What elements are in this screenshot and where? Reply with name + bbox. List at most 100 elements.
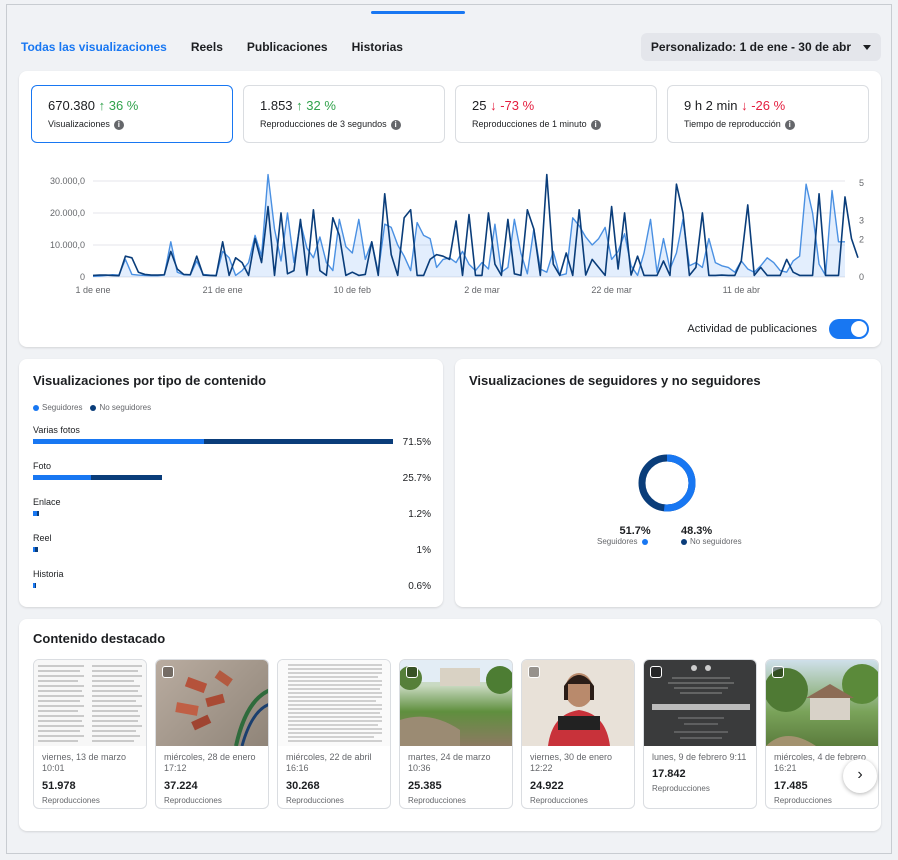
legend-nonfollowers: No seguidores <box>90 403 151 412</box>
bar-nonfollowers <box>36 511 40 516</box>
type-bar-pct: 1.2% <box>408 509 431 520</box>
info-icon[interactable]: i <box>590 119 601 130</box>
thumbnail-image <box>644 660 756 746</box>
metric-card-1min-plays[interactable]: 25 ↓ -73 % Reproducciones de 1 minuto i <box>455 85 657 143</box>
dot-icon <box>641 538 648 545</box>
item-value: 37.224 <box>164 780 198 792</box>
info-icon[interactable]: i <box>390 119 401 130</box>
toggle-knob <box>851 321 867 337</box>
item-value: 24.922 <box>530 780 564 792</box>
y-tick-label: 30.000,0 <box>50 176 85 186</box>
reel-icon <box>406 666 418 678</box>
legend-followers: Seguidores <box>33 403 82 412</box>
item-label: Reproducciones <box>652 784 710 793</box>
top-scroll-indicator <box>371 11 465 14</box>
item-date: martes, 24 de marzo 10:36 <box>408 752 491 773</box>
type-bar-row[interactable]: Enlace 1.2% <box>33 497 431 527</box>
nonfollowers-label-row: No seguidores <box>681 537 742 546</box>
followers-stat: 51.7% Seguidores <box>597 525 651 546</box>
item-date: viernes, 30 de enero 12:22 <box>530 752 613 773</box>
date-range-dropdown[interactable]: Personalizado: 1 de ene - 30 de abr <box>640 33 881 61</box>
followers-card: Visualizaciones de seguidores y no segui… <box>455 359 881 607</box>
series-area <box>93 174 845 277</box>
metric-value: 9 h 2 min <box>684 98 738 113</box>
featured-item[interactable]: miércoles, 28 de enero 17:12 37.224 Repr… <box>155 659 269 809</box>
item-date: miércoles, 28 de enero 17:12 <box>164 752 256 773</box>
type-bar-row[interactable]: Reel 1% <box>33 533 431 563</box>
metric-value-row: 1.853 ↑ 32 % <box>260 98 336 113</box>
bar-nonfollowers <box>204 439 393 444</box>
item-date: lunes, 9 de febrero 9:11 <box>652 752 747 762</box>
type-bar <box>33 547 39 552</box>
tab-all-views[interactable]: Todas las visualizaciones <box>21 40 167 54</box>
card-title: Visualizaciones de seguidores y no segui… <box>469 373 761 388</box>
featured-item[interactable]: lunes, 9 de febrero 9:11 17.842 Reproduc… <box>643 659 757 809</box>
type-bar-row[interactable]: Varias fotos 71.5% <box>33 425 431 455</box>
featured-carousel: viernes, 13 de marzo 10:01 51.978 Reprod… <box>33 659 881 815</box>
metric-label-row: Reproducciones de 1 minuto i <box>472 119 601 130</box>
dot-icon <box>90 404 97 411</box>
metric-change: ↓ -73 % <box>490 98 535 113</box>
bar-nonfollowers <box>91 475 163 480</box>
info-icon[interactable]: i <box>784 119 795 130</box>
item-label: Reproducciones <box>164 796 222 805</box>
tab-posts[interactable]: Publicaciones <box>247 40 328 54</box>
metric-card-3s-plays[interactable]: 1.853 ↑ 32 % Reproducciones de 3 segundo… <box>243 85 445 143</box>
item-date: viernes, 13 de marzo 10:01 <box>42 752 127 773</box>
y2-tick-label: 2 <box>859 234 864 244</box>
type-bar <box>33 583 37 588</box>
metric-value: 25 <box>472 98 487 113</box>
type-legend: Seguidores No seguidores <box>33 403 151 412</box>
item-value: 17.485 <box>774 780 808 792</box>
series-line <box>92 173 859 277</box>
metric-label-row: Tiempo de reproducción i <box>684 119 795 130</box>
type-bar-row[interactable]: Foto 25.7% <box>33 461 431 491</box>
nonfollowers-label: No seguidores <box>690 537 742 546</box>
info-icon[interactable]: i <box>113 119 124 130</box>
series-line <box>92 173 845 278</box>
type-bar-pct: 71.5% <box>402 437 431 448</box>
thumbnail-image <box>278 660 390 746</box>
type-bar-pct: 0.6% <box>408 581 431 592</box>
dot-icon <box>33 404 39 411</box>
item-label: Reproducciones <box>42 796 100 805</box>
thumbnail-image <box>766 660 878 746</box>
caret-down-icon <box>863 45 871 50</box>
item-label: Reproducciones <box>530 796 588 805</box>
metric-card-watch-time[interactable]: 9 h 2 min ↓ -26 % Tiempo de reproducción… <box>667 85 869 143</box>
tab-stories[interactable]: Historias <box>352 40 403 54</box>
type-bar-pct: 25.7% <box>402 473 431 484</box>
metric-label: Tiempo de reproducción <box>684 119 781 129</box>
type-bar-row[interactable]: Historia 0.6% <box>33 569 431 599</box>
dot-icon <box>681 538 687 545</box>
type-bar-label: Historia <box>33 569 64 579</box>
y-tick-label: 20.000,0 <box>50 208 85 218</box>
metric-change: ↓ -26 % <box>741 98 786 113</box>
card-title: Visualizaciones por tipo de contenido <box>33 373 267 388</box>
followers-donut-chart[interactable] <box>637 453 697 513</box>
reel-icon <box>772 666 784 678</box>
bar-nonfollowers <box>34 583 37 588</box>
bar-followers <box>33 439 204 444</box>
metric-label: Visualizaciones <box>48 119 110 129</box>
metric-card-views[interactable]: 670.380 ↑ 36 % Visualizaciones i <box>31 85 233 143</box>
x-tick-label: 2 de mar <box>464 285 500 295</box>
followers-pct: 51.7% <box>619 525 651 537</box>
metric-change: ↑ 32 % <box>296 98 336 113</box>
item-value: 51.978 <box>42 780 76 792</box>
tab-reels[interactable]: Reels <box>191 40 223 54</box>
featured-item[interactable]: viernes, 13 de marzo 10:01 51.978 Reprod… <box>33 659 147 809</box>
views-line-chart[interactable]: 30.000,0 20.000,0 10.000,0 0 5 3 2 0 1 de ene 21 … <box>19 167 881 307</box>
followers-label: Seguidores <box>597 537 638 546</box>
featured-item[interactable]: martes, 24 de marzo 10:36 25.385 Reprodu… <box>399 659 513 809</box>
type-bar <box>33 511 40 516</box>
y-tick-label: 10.000,0 <box>50 240 85 250</box>
carousel-next-button[interactable]: › <box>843 759 877 793</box>
date-range-label: Personalizado: 1 de ene - 30 de abr <box>650 40 851 54</box>
chevron-right-icon: › <box>857 766 863 783</box>
content-tabs: Todas las visualizaciones Reels Publicac… <box>21 35 403 59</box>
item-label: Reproducciones <box>286 796 344 805</box>
featured-item[interactable]: miércoles, 22 de abril 16:16 30.268 Repr… <box>277 659 391 809</box>
featured-item[interactable]: viernes, 30 de enero 12:22 24.922 Reprod… <box>521 659 635 809</box>
post-activity-toggle[interactable] <box>829 319 869 339</box>
